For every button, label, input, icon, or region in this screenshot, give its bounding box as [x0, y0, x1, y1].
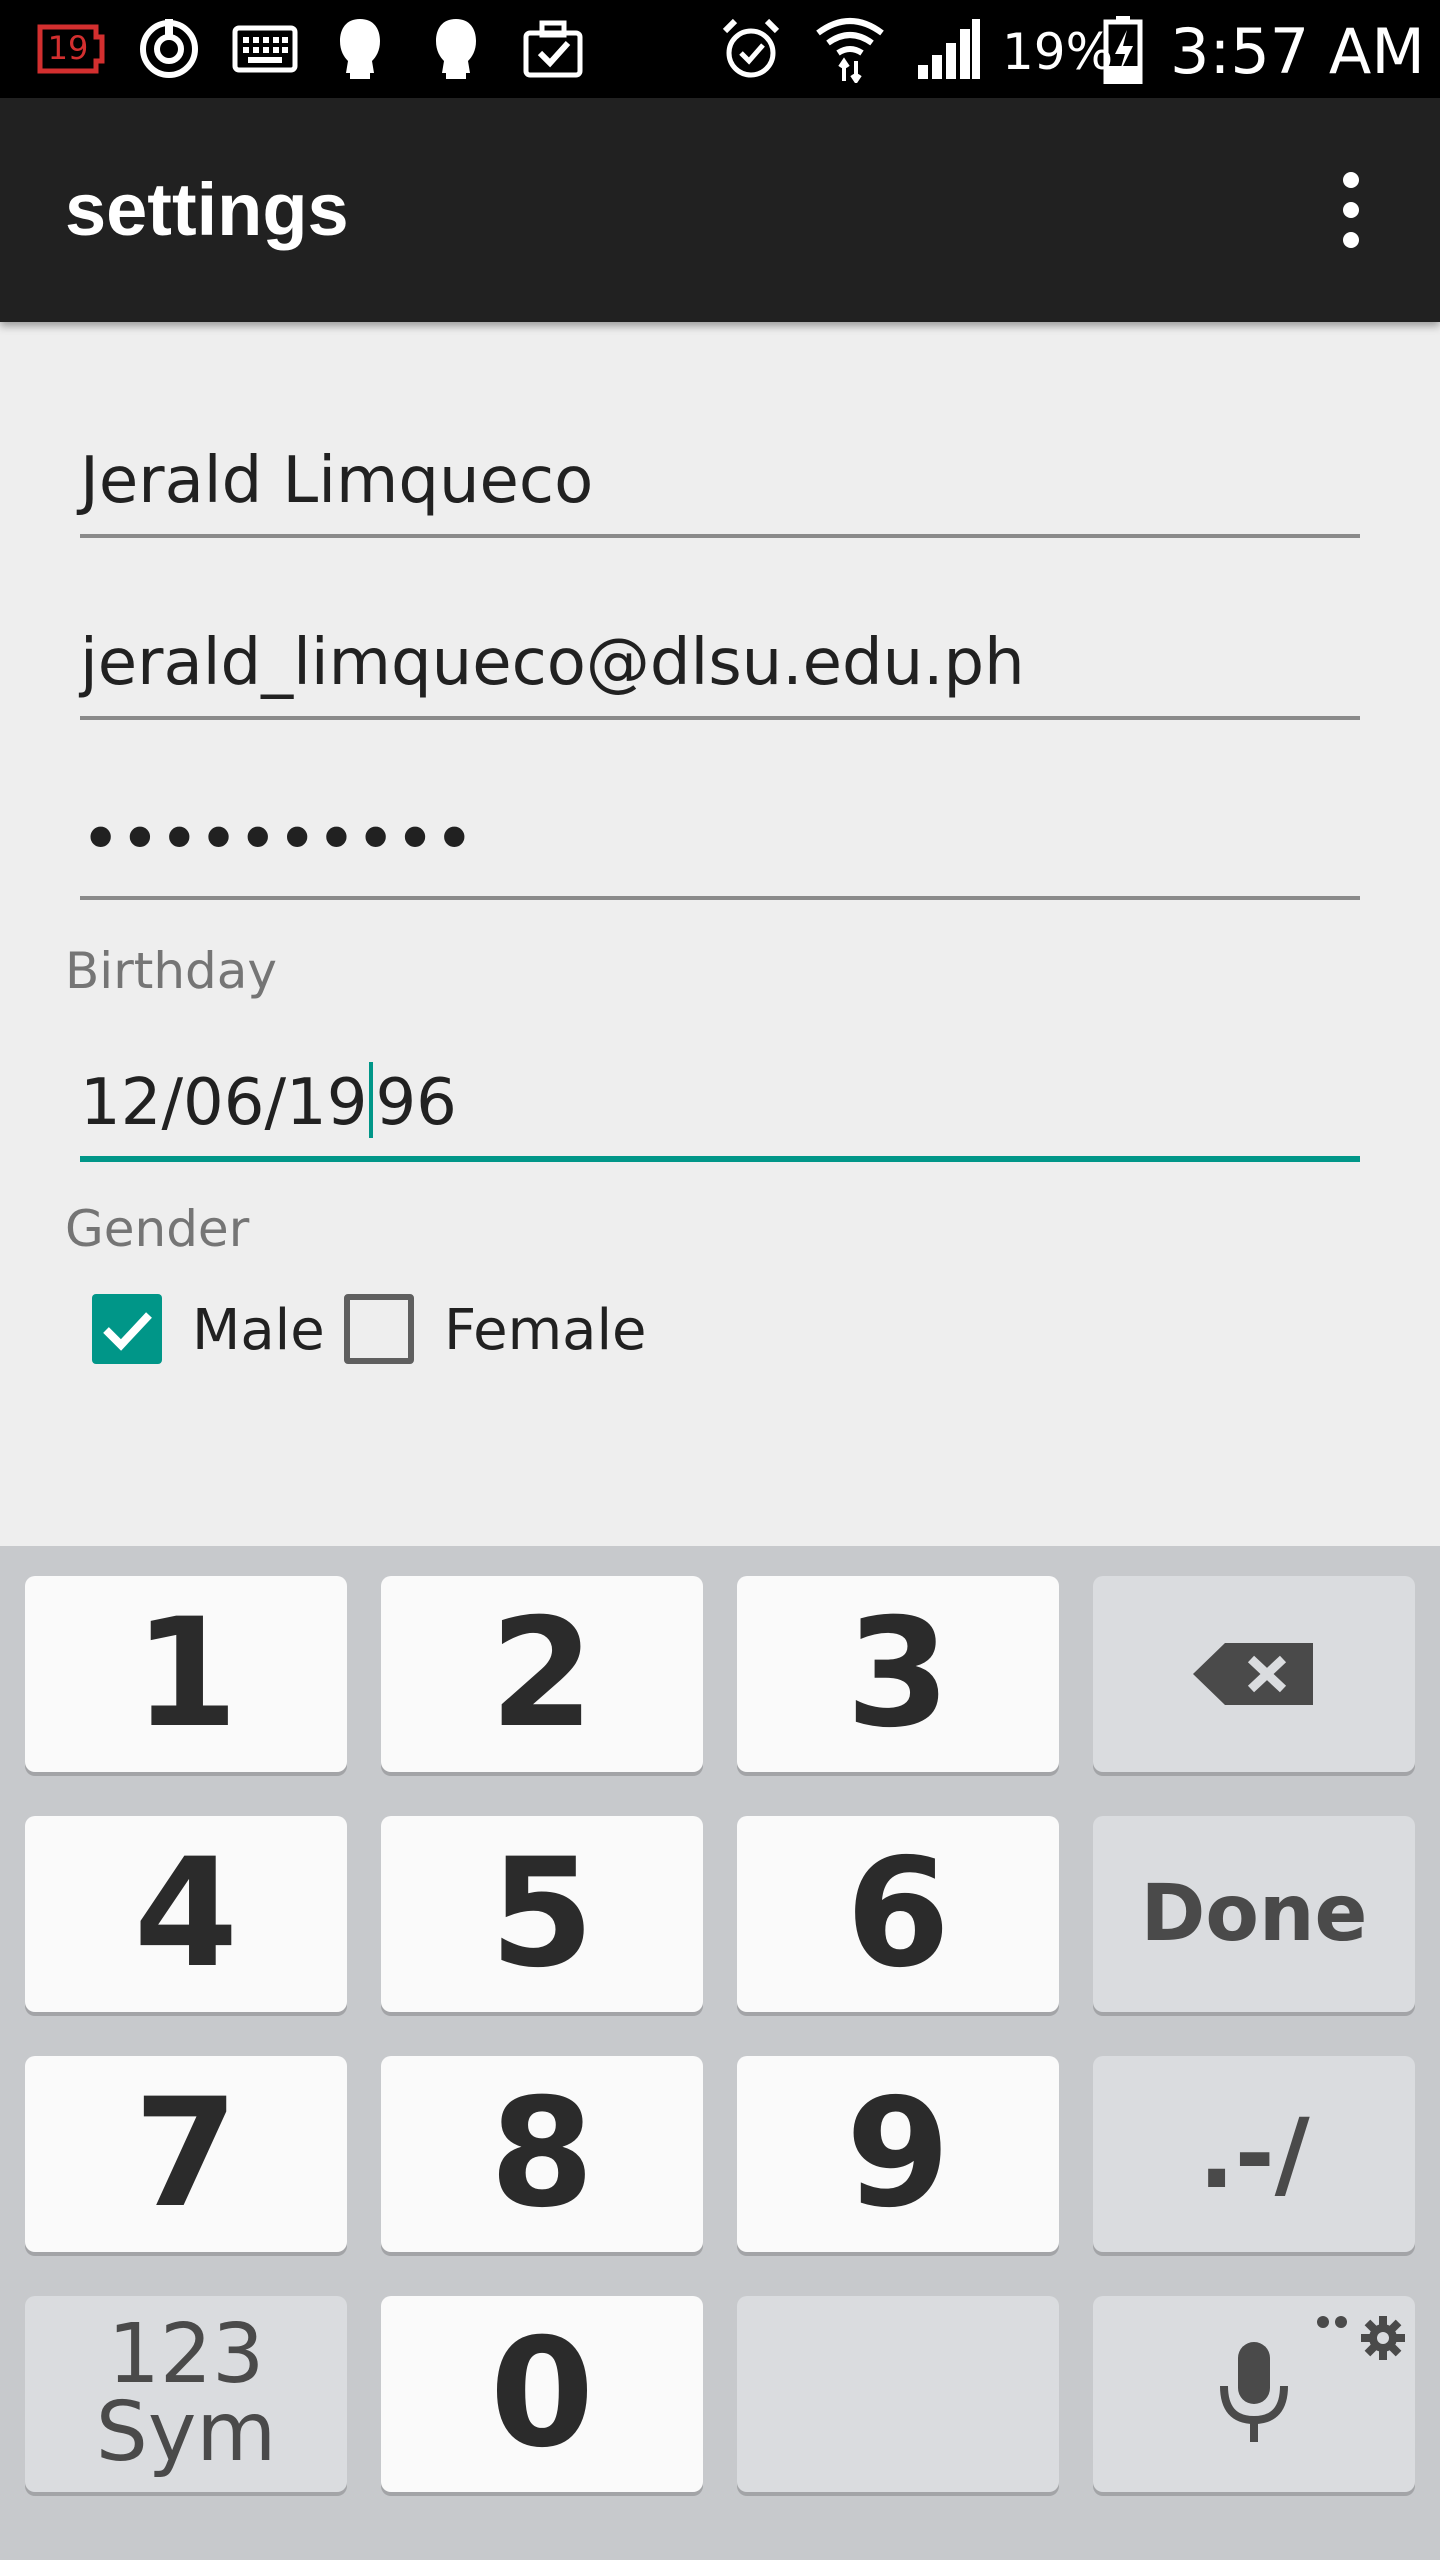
voice-input-key[interactable] — [1093, 2296, 1415, 2492]
birthday-value-end: 96 — [375, 1066, 457, 1140]
key-9[interactable]: 9 — [737, 2056, 1059, 2252]
overflow-menu-icon[interactable] — [1320, 162, 1382, 258]
app-icon-2 — [424, 14, 488, 84]
name-field[interactable]: Jerald Limqueco — [80, 428, 1360, 538]
clock: 3:57 AM — [1170, 15, 1425, 88]
notification-count-icon: 19 — [30, 14, 110, 84]
key-0[interactable]: 0 — [381, 2296, 703, 2492]
done-key[interactable]: Done — [1093, 1816, 1415, 2012]
backspace-icon — [1193, 1643, 1313, 1705]
overflow-dot — [1343, 202, 1359, 218]
key-5[interactable]: 5 — [381, 1816, 703, 2012]
birthday-label: Birthday — [65, 942, 278, 1000]
wifi-icon — [812, 14, 888, 84]
keyboard-icon — [230, 14, 300, 84]
male-label[interactable]: Male — [192, 1298, 325, 1363]
microphone-icon — [1220, 2342, 1288, 2442]
key-4[interactable]: 4 — [25, 1816, 347, 2012]
key-3[interactable]: 3 — [737, 1576, 1059, 1772]
key-6[interactable]: 6 — [737, 1816, 1059, 2012]
female-checkbox[interactable] — [344, 1294, 414, 1364]
sync-icon — [134, 14, 204, 84]
overflow-dot — [1343, 172, 1359, 188]
overflow-dot — [1343, 232, 1359, 248]
male-checkbox[interactable] — [92, 1294, 162, 1364]
status-bar: 19 19% 3:57 AM — [0, 0, 1440, 98]
punctuation-key[interactable]: .-/ — [1093, 2056, 1415, 2252]
symbols-key[interactable]: 123 Sym — [25, 2296, 347, 2492]
key-8[interactable]: 8 — [381, 2056, 703, 2252]
female-label[interactable]: Female — [444, 1298, 646, 1363]
password-value: •••••••••• — [80, 798, 475, 880]
birthday-field[interactable]: 12/06/19 96 — [80, 1050, 1360, 1162]
name-value: Jerald Limqueco — [80, 444, 594, 518]
backspace-key[interactable] — [1093, 1576, 1415, 1772]
settings-gear-icon — [1317, 2316, 1405, 2360]
birthday-value-start: 12/06/19 — [80, 1066, 368, 1140]
notification-count-text: 19 — [48, 29, 89, 67]
checkmark-icon — [103, 1312, 152, 1351]
app-icon — [328, 14, 392, 84]
gender-label: Gender — [65, 1200, 250, 1258]
signal-icon — [912, 14, 984, 84]
alarm-icon — [716, 14, 786, 84]
key-7[interactable]: 7 — [25, 2056, 347, 2252]
birthday-value: 12/06/19 96 — [80, 1062, 457, 1140]
numeric-keyboard: 1 2 3 4 5 6 Done 7 8 9 .-/ 123 Sym 0 — [0, 1546, 1440, 2560]
battery-charging-icon — [1098, 14, 1148, 84]
space-key[interactable] — [737, 2296, 1059, 2492]
battery-percent: 19% — [1002, 23, 1114, 81]
key-2[interactable]: 2 — [381, 1576, 703, 1772]
text-cursor — [369, 1062, 374, 1138]
page-title: settings — [65, 168, 349, 251]
email-value: jerald_limqueco@dlsu.edu.ph — [80, 626, 1025, 700]
email-field[interactable]: jerald_limqueco@dlsu.edu.ph — [80, 610, 1360, 720]
key-1[interactable]: 1 — [25, 1576, 347, 1772]
action-bar: settings — [0, 98, 1440, 322]
briefcase-check-icon — [518, 14, 588, 84]
password-field[interactable]: •••••••••• — [80, 790, 1360, 900]
